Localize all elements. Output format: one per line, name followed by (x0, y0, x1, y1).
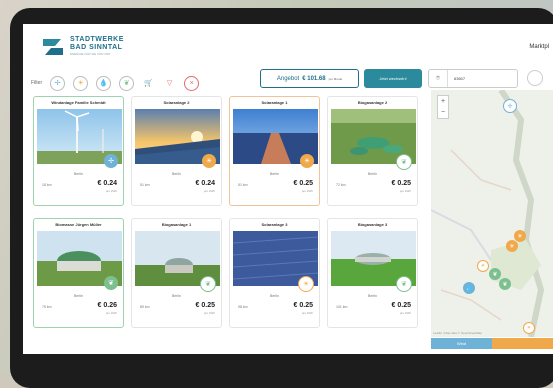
solar-badge-icon: ☀ (300, 154, 314, 168)
funnel-icon[interactable]: ▽ (163, 77, 176, 90)
app-screen: STADTWERKE BAD SINNTAL ENERGIE FÜR SIE V… (23, 24, 553, 354)
card-distance: 51 km (140, 183, 150, 187)
card-price: € 0.25 (391, 180, 411, 187)
map-marker-solar[interactable]: ☀ (523, 322, 535, 334)
card-city: Berlin (270, 172, 279, 176)
bio-badge-icon: ❦ (396, 276, 412, 292)
plant-map[interactable]: + − ✢ ☀ ☀ ☀ ❦ ❦ 💧 ☀ Leaflet | Map data ©… (431, 90, 553, 337)
brand-name-line1: STADTWERKE (70, 36, 124, 43)
card-distance: 51 km (238, 183, 248, 187)
zoom-out-icon[interactable]: − (441, 109, 445, 116)
bio-badge-icon: ❦ (396, 154, 412, 170)
logo-mark-icon (41, 37, 65, 57)
offer-amount: € 101.68 (302, 75, 326, 82)
card-price: € 0.25 (195, 302, 215, 309)
zip-value: 63607 (454, 76, 466, 81)
card-price: € 0.25 (293, 302, 313, 309)
filter-label: Filter (31, 80, 43, 86)
card-title: Solaranlage 3 (261, 222, 288, 227)
card-distance: 101 km (336, 305, 348, 309)
map-marker-solar[interactable]: ☀ (477, 260, 489, 272)
location-pin-icon: ⌾ (429, 70, 448, 87)
clear-filter-icon[interactable]: × (184, 75, 200, 91)
filter-solar-icon[interactable]: ☀ (73, 75, 89, 91)
card-city: Berlin (368, 172, 377, 176)
card-price: € 0.26 (97, 302, 117, 309)
filter-wind-icon[interactable]: ✢ (50, 75, 66, 91)
card-unit: pro kWh (399, 189, 411, 193)
card-unit: pro kWh (105, 189, 117, 193)
plant-card[interactable]: Solaranlage 2 ☀ Berlin 51 km € 0.24 pro … (131, 96, 222, 206)
filter-bar: Filter ✢ ☀ 💧 ❦ 🛒 ▽ × (31, 74, 200, 92)
map-marker-bio[interactable]: ❦ (499, 278, 511, 290)
offer-suffix: pro Monat (328, 76, 343, 81)
card-city: Berlin (74, 294, 83, 298)
map-zoom-control[interactable]: + − (437, 95, 449, 119)
nav-marketplace[interactable]: Marktpl (529, 44, 549, 50)
switch-now-button[interactable]: Jetzt wechseln! (364, 69, 422, 88)
offer-box[interactable]: Angebot € 101.68 pro Monat (260, 69, 359, 88)
plant-card[interactable]: Solaranlage 1 ☀ Berlin 51 km € 0.25 pro … (229, 96, 320, 206)
bio-badge-icon: ❦ (200, 276, 216, 292)
cart-icon[interactable]: 🛒 (142, 77, 155, 90)
plant-card[interactable]: Biogasanlage 1 ❦ Berlin 89 km € 0.25 pro… (131, 218, 222, 328)
zip-field[interactable]: ⌾ 63607 (428, 69, 518, 88)
tab-solar[interactable] (492, 338, 553, 349)
tab-wind[interactable]: Wind (431, 338, 492, 349)
map-marker-solar[interactable]: ☀ (514, 230, 526, 242)
card-unit: pro kWh (399, 311, 411, 315)
filter-water-icon[interactable]: 💧 (96, 75, 112, 91)
card-unit: pro kWh (301, 189, 313, 193)
logo[interactable]: STADTWERKE BAD SINNTAL ENERGIE FÜR SIE V… (41, 36, 124, 57)
wind-badge-icon: ✢ (104, 154, 118, 168)
card-title: Biomasse Jürgen Müller (55, 222, 102, 227)
card-city: Berlin (74, 172, 83, 176)
filter-bio-icon[interactable]: ❦ (119, 75, 135, 91)
card-title: Biogasanlage 3 (357, 222, 388, 227)
solar-badge-icon: ☀ (202, 154, 216, 168)
card-title: Solaranlage 1 (261, 100, 288, 105)
card-city: Berlin (172, 172, 181, 176)
card-distance: 75 km (42, 305, 52, 309)
bio-badge-icon: ❦ (104, 276, 118, 290)
map-marker-wind[interactable]: ✢ (503, 99, 517, 113)
zoom-in-icon[interactable]: + (441, 98, 445, 105)
card-price: € 0.25 (293, 180, 313, 187)
solar-badge-icon: ☀ (298, 276, 314, 292)
card-distance: 18 km (42, 183, 52, 187)
offer-prefix: Angebot (276, 75, 300, 82)
locate-button[interactable] (527, 70, 543, 86)
map-marker-bio[interactable]: ❦ (489, 268, 501, 280)
card-price: € 0.24 (97, 180, 117, 187)
map-marker-water[interactable]: 💧 (463, 282, 475, 294)
card-city: Berlin (368, 294, 377, 298)
plant-card[interactable]: Solaranlage 3 ☀ Berlin 98 km € 0.25 pro … (229, 218, 320, 328)
card-title: Biogasanlage 1 (161, 222, 192, 227)
card-city: Berlin (270, 294, 279, 298)
card-distance: 72 km (336, 183, 346, 187)
energy-tabs: Wind (431, 338, 553, 349)
card-price: € 0.24 (195, 180, 215, 187)
card-unit: pro kWh (105, 311, 117, 315)
card-price: € 0.25 (391, 302, 411, 309)
map-attribution: Leaflet | Map data © OpenStreetMap (433, 331, 483, 335)
plant-grid: Windanlage Familie Schmidt ✢ Berlin 18 k… (33, 96, 427, 336)
card-unit: pro kWh (203, 311, 215, 315)
brand-name-line2: BAD SINNTAL (70, 44, 123, 51)
card-city: Berlin (172, 294, 181, 298)
card-title: Solaranlage 2 (163, 100, 190, 105)
card-unit: pro kWh (203, 189, 215, 193)
card-distance: 89 km (140, 305, 150, 309)
plant-card[interactable]: Biomasse Jürgen Müller ❦ Berlin 75 km € … (33, 218, 124, 328)
plant-card[interactable]: Biogasanlage 3 ❦ Berlin 101 km € 0.25 pr… (327, 218, 418, 328)
brand-tagline: ENERGIE FÜR SIE VOR ORT (70, 52, 111, 56)
plant-card[interactable]: Windanlage Familie Schmidt ✢ Berlin 18 k… (33, 96, 124, 206)
card-title: Windanlage Familie Schmidt (51, 100, 106, 105)
map-marker-solar[interactable]: ☀ (506, 240, 518, 252)
card-title: Biogasanlage 2 (357, 100, 388, 105)
card-unit: pro kWh (301, 311, 313, 315)
plant-card[interactable]: Biogasanlage 2 ❦ Berlin 72 km € 0.25 pro… (327, 96, 418, 206)
card-distance: 98 km (238, 305, 248, 309)
